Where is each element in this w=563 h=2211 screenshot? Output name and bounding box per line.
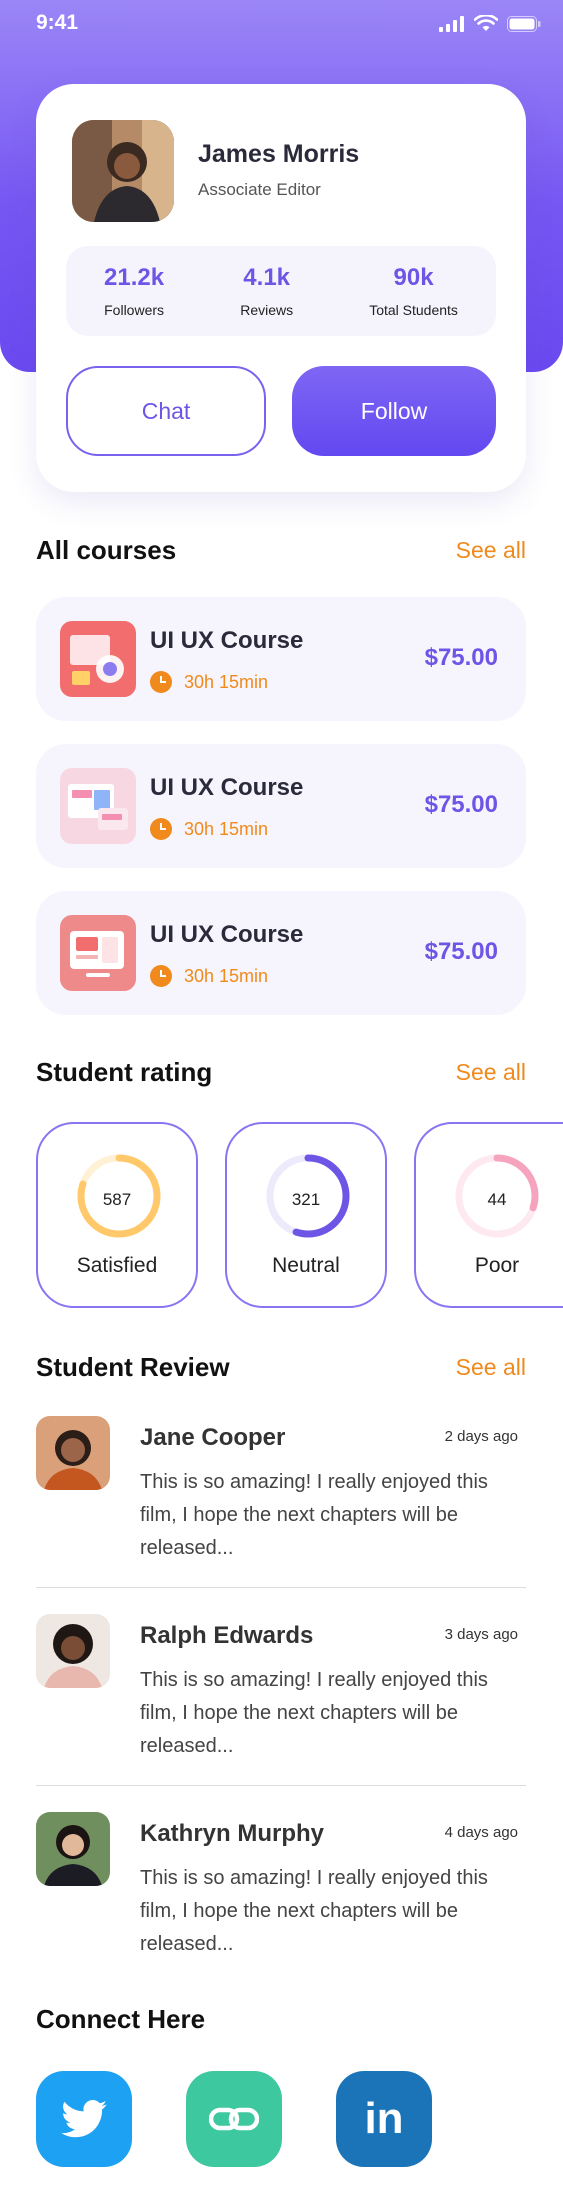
connect-title: Connect Here [36,2004,206,2034]
clock-icon [150,965,172,987]
course-duration-text: 30h 15min [184,671,269,692]
link-button[interactable] [186,2071,282,2167]
rating-card-poor[interactable]: 44 Poor [414,1122,563,1308]
rating-value: 44 [487,1190,507,1209]
rating-card-satisfied[interactable]: 587 Satisfied [36,1122,198,1308]
review-text: This is so amazing! I really enjoyed thi… [140,1669,488,1757]
course-thumbnail [60,621,136,697]
rating-label: Poor [474,1254,520,1277]
divider [36,1785,526,1786]
battery-icon [507,15,541,32]
profile-name: James Morris [198,140,360,168]
course-thumbnail [60,915,136,991]
review-item: Ralph Edwards 3 days ago This is so amaz… [36,1614,526,1774]
clock-icon [150,671,172,693]
clock-icon [150,818,172,840]
review-item: Jane Cooper 2 days ago This is so amazin… [36,1416,526,1576]
course-title: UI UX Course [150,774,304,801]
avatar [36,1812,110,1886]
stat-reviews: 4.1k Reviews [240,264,293,318]
review-time: 4 days ago [444,1824,518,1841]
stat-total-students: 90k Total Students [369,264,458,318]
course-duration: 30h 15min [150,671,268,693]
avatar [36,1416,110,1490]
rating-see-all-link[interactable]: See all [456,1059,526,1086]
rating-card-neutral[interactable]: 321 Neutral [225,1122,387,1308]
link-icon [209,2107,259,2131]
linkedin-icon: in [364,2094,404,2143]
status-icons [439,15,541,32]
reviewer-name: Ralph Edwards [140,1622,314,1649]
profile-stats: 21.2k Followers 4.1k Reviews 90k Total S… [66,246,496,336]
course-price: $75.00 [424,644,498,671]
twitter-icon [61,2100,107,2138]
avatar [36,1614,110,1688]
profile-card: James Morris Associate Editor 21.2k Foll… [36,84,526,492]
course-card[interactable]: UI UX Course 30h 15min $75.00 [36,744,526,868]
stat-label: Reviews [240,302,294,318]
course-thumbnail [60,768,136,844]
linkedin-button[interactable]: in [336,2071,432,2167]
follow-button[interactable]: Follow [292,366,496,456]
stat-followers: 21.2k Followers [104,264,164,318]
course-duration: 30h 15min [150,965,268,987]
status-time: 9:41 [36,11,79,34]
status-bar: 9:41 [0,0,563,48]
courses-see-all-link[interactable]: See all [456,537,526,564]
twitter-button[interactable] [36,2071,132,2167]
profile-role: Associate Editor [198,180,321,199]
chat-button[interactable]: Chat [66,366,266,456]
stat-label: Total Students [369,302,458,318]
stat-label: Followers [104,302,165,318]
stat-value: 90k [393,264,434,291]
reviewer-name: Kathryn Murphy [140,1820,325,1847]
rating-value: 587 [102,1190,132,1209]
review-see-all-link[interactable]: See all [456,1354,526,1381]
review-text: This is so amazing! I really enjoyed thi… [140,1867,488,1955]
stat-value: 21.2k [104,264,165,291]
rating-label: Satisfied [76,1254,158,1277]
review-time: 2 days ago [444,1428,518,1445]
review-time: 3 days ago [444,1626,518,1643]
course-duration-text: 30h 15min [184,818,269,839]
signal-icon [439,15,464,32]
review-title: Student Review [36,1352,230,1382]
rating-label: Neutral [272,1254,340,1277]
divider [36,1587,526,1588]
course-price: $75.00 [424,938,498,965]
course-title: UI UX Course [150,627,304,654]
course-card[interactable]: UI UX Course 30h 15min $75.00 [36,891,526,1015]
course-duration-text: 30h 15min [184,965,269,986]
rating-title: Student rating [36,1057,213,1087]
course-title: UI UX Course [150,921,304,948]
reviewer-name: Jane Cooper [140,1424,286,1451]
profile-avatar [72,120,174,222]
review-item: Kathryn Murphy 4 days ago This is so ama… [36,1812,526,1972]
course-price: $75.00 [424,791,498,818]
review-text: This is so amazing! I really enjoyed thi… [140,1471,488,1559]
rating-value: 321 [291,1190,321,1209]
wifi-icon [474,15,498,31]
stat-value: 4.1k [243,264,291,291]
course-card[interactable]: UI UX Course 30h 15min $75.00 [36,597,526,721]
courses-title: All courses [36,535,177,565]
course-duration: 30h 15min [150,818,268,840]
